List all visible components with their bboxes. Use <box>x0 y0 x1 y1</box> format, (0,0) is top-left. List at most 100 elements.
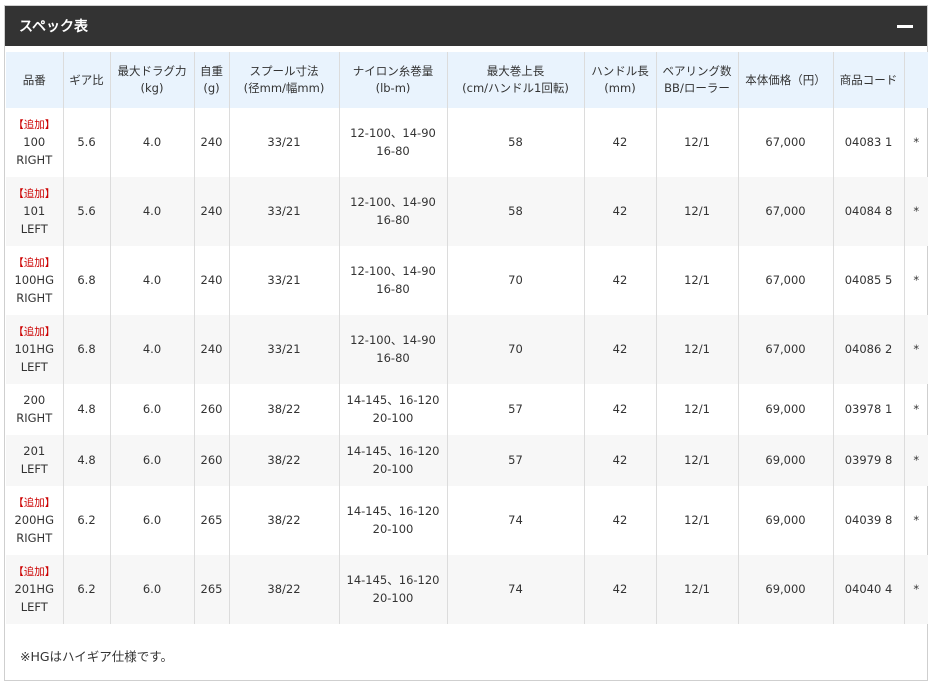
code-cell: 04086 2 <box>833 315 905 384</box>
weight-cell: 260 <box>194 435 230 486</box>
price-cell: 69,000 <box>738 486 834 555</box>
bearing-cell: 12/1 <box>656 435 739 486</box>
line-cell: 14-145、16-120 20-100 <box>339 486 448 555</box>
retrieve-cell: 70 <box>447 246 585 315</box>
price-cell: 67,000 <box>738 315 834 384</box>
table-row: 【追加】 101HG LEFT 6.8 4.0 240 33/21 12-100、14-90 1… <box>6 315 928 384</box>
mark-cell: * <box>913 401 920 416</box>
handle-cell: 42 <box>584 108 657 177</box>
line-cell: 12-100、14-90 16-80 <box>339 315 448 384</box>
added-badge: 【追加】 <box>13 118 56 131</box>
added-badge: 【追加】 <box>13 187 56 200</box>
retrieve-cell: 70 <box>447 315 585 384</box>
mark-cell: * <box>904 555 928 624</box>
column-header: 自重 (g) <box>194 52 230 108</box>
spool-cell: 33/21 <box>229 246 340 315</box>
code-cell: 04083 1 <box>833 108 905 177</box>
code-cell: 04040 4 <box>833 555 905 624</box>
model-cell: 【追加】 100HG RIGHT <box>6 246 64 315</box>
line-cell: 14-145、16-120 20-100 <box>339 435 448 486</box>
gear-cell: 5.6 <box>63 177 111 246</box>
handle-cell: 42 <box>584 435 657 486</box>
code-cell: 04084 8 <box>833 177 905 246</box>
retrieve-cell: 57 <box>447 384 585 435</box>
bearing-cell: 12/1 <box>656 177 739 246</box>
spool-cell: 38/22 <box>229 486 340 555</box>
code-cell: 03979 8 <box>833 435 905 486</box>
drag-cell: 6.0 <box>110 555 195 624</box>
panel-header[interactable]: スペック表 <box>5 6 927 46</box>
handle-cell: 42 <box>584 246 657 315</box>
column-header: 商品コード <box>833 52 905 108</box>
price-cell: 67,000 <box>738 246 834 315</box>
gear-cell: 6.8 <box>63 315 111 384</box>
spool-cell: 33/21 <box>229 108 340 177</box>
weight-cell: 265 <box>194 486 230 555</box>
table-row: 【追加】 100 RIGHT 5.6 4.0 240 33/21 12-100、14-90 16… <box>6 108 928 177</box>
table-header-row: 品番 ギア比 最大ドラグ力 (kg) 自重 (g) スプール寸法 (径mm/幅mm) ナイロン糸… <box>6 52 928 108</box>
model-cell: 【追加】 201HG LEFT <box>6 555 64 624</box>
code-cell: 04085 5 <box>833 246 905 315</box>
column-header: 最大ドラグ力 (kg) <box>110 52 195 108</box>
table-row: 201 LEFT 4.8 6.0 260 38/22 14-145、16-120 20-100… <box>6 435 928 486</box>
spool-cell: 38/22 <box>229 555 340 624</box>
code-cell: 03978 1 <box>833 384 905 435</box>
spool-cell: 33/21 <box>229 315 340 384</box>
column-header: 品番 <box>6 52 64 108</box>
minus-icon[interactable] <box>897 24 913 28</box>
weight-cell: 240 <box>194 315 230 384</box>
mark-cell: * <box>913 272 920 287</box>
code-cell: 04039 8 <box>833 486 905 555</box>
line-cell: 14-145、16-120 20-100 <box>339 384 448 435</box>
panel-title: スペック表 <box>19 19 89 35</box>
spool-cell: 33/21 <box>229 177 340 246</box>
column-header: ベアリング数 BB/ローラー <box>656 52 739 108</box>
model-cell: 【追加】 100 RIGHT <box>6 108 64 177</box>
weight-cell: 260 <box>194 384 230 435</box>
drag-cell: 4.0 <box>110 108 195 177</box>
added-badge: 【追加】 <box>13 325 56 338</box>
price-cell: 69,000 <box>738 435 834 486</box>
column-header: 本体価格（円） <box>738 52 834 108</box>
retrieve-cell: 74 <box>447 555 585 624</box>
handle-cell: 42 <box>584 384 657 435</box>
model-cell: 【追加】 200HG RIGHT <box>6 486 64 555</box>
retrieve-cell: 58 <box>447 177 585 246</box>
bearing-cell: 12/1 <box>656 555 739 624</box>
gear-cell: 6.8 <box>63 246 111 315</box>
weight-cell: 240 <box>194 177 230 246</box>
model-cell: 【追加】 101HG LEFT <box>6 315 64 384</box>
table-row: 【追加】 100HG RIGHT 6.8 4.0 240 33/21 12-100、14-90… <box>6 246 928 315</box>
spec-table: 品番 ギア比 最大ドラグ力 (kg) 自重 (g) スプール寸法 (径mm/幅mm) ナイロン糸… <box>6 52 928 624</box>
added-badge: 【追加】 <box>13 565 56 578</box>
price-cell: 69,000 <box>738 555 834 624</box>
bearing-cell: 12/1 <box>656 384 739 435</box>
line-cell: 12-100、14-90 16-80 <box>339 177 448 246</box>
price-cell: 67,000 <box>738 177 834 246</box>
mark-cell: * <box>913 512 920 527</box>
spool-cell: 38/22 <box>229 384 340 435</box>
mark-cell: * <box>904 435 928 486</box>
drag-cell: 6.0 <box>110 486 195 555</box>
column-header: スプール寸法 (径mm/幅mm) <box>229 52 340 108</box>
gear-cell: 4.8 <box>63 384 111 435</box>
retrieve-cell: 74 <box>447 486 585 555</box>
line-cell: 12-100、14-90 16-80 <box>339 246 448 315</box>
column-header: 最大巻上長 (cm/ハンドル1回転) <box>447 52 585 108</box>
line-cell: 12-100、14-90 16-80 <box>339 108 448 177</box>
weight-cell: 240 <box>194 108 230 177</box>
spool-cell: 38/22 <box>229 435 340 486</box>
model-cell: 【追加】 101 LEFT <box>6 177 64 246</box>
table-row: 【追加】 201HG LEFT 6.2 6.0 265 38/22 14-145、16-120… <box>6 555 928 624</box>
bearing-cell: 12/1 <box>656 486 739 555</box>
mark-cell: * <box>904 315 928 384</box>
model-cell: 201 LEFT <box>6 435 64 486</box>
gear-cell: 6.2 <box>63 555 111 624</box>
added-badge: 【追加】 <box>13 256 56 269</box>
line-cell: 14-145、16-120 20-100 <box>339 555 448 624</box>
drag-cell: 4.0 <box>110 315 195 384</box>
price-cell: 69,000 <box>738 384 834 435</box>
table-row: 【追加】 200HG RIGHT 6.2 6.0 265 38/22 14-145、16-12… <box>6 486 928 555</box>
mark-cell: * <box>913 134 920 149</box>
retrieve-cell: 58 <box>447 108 585 177</box>
